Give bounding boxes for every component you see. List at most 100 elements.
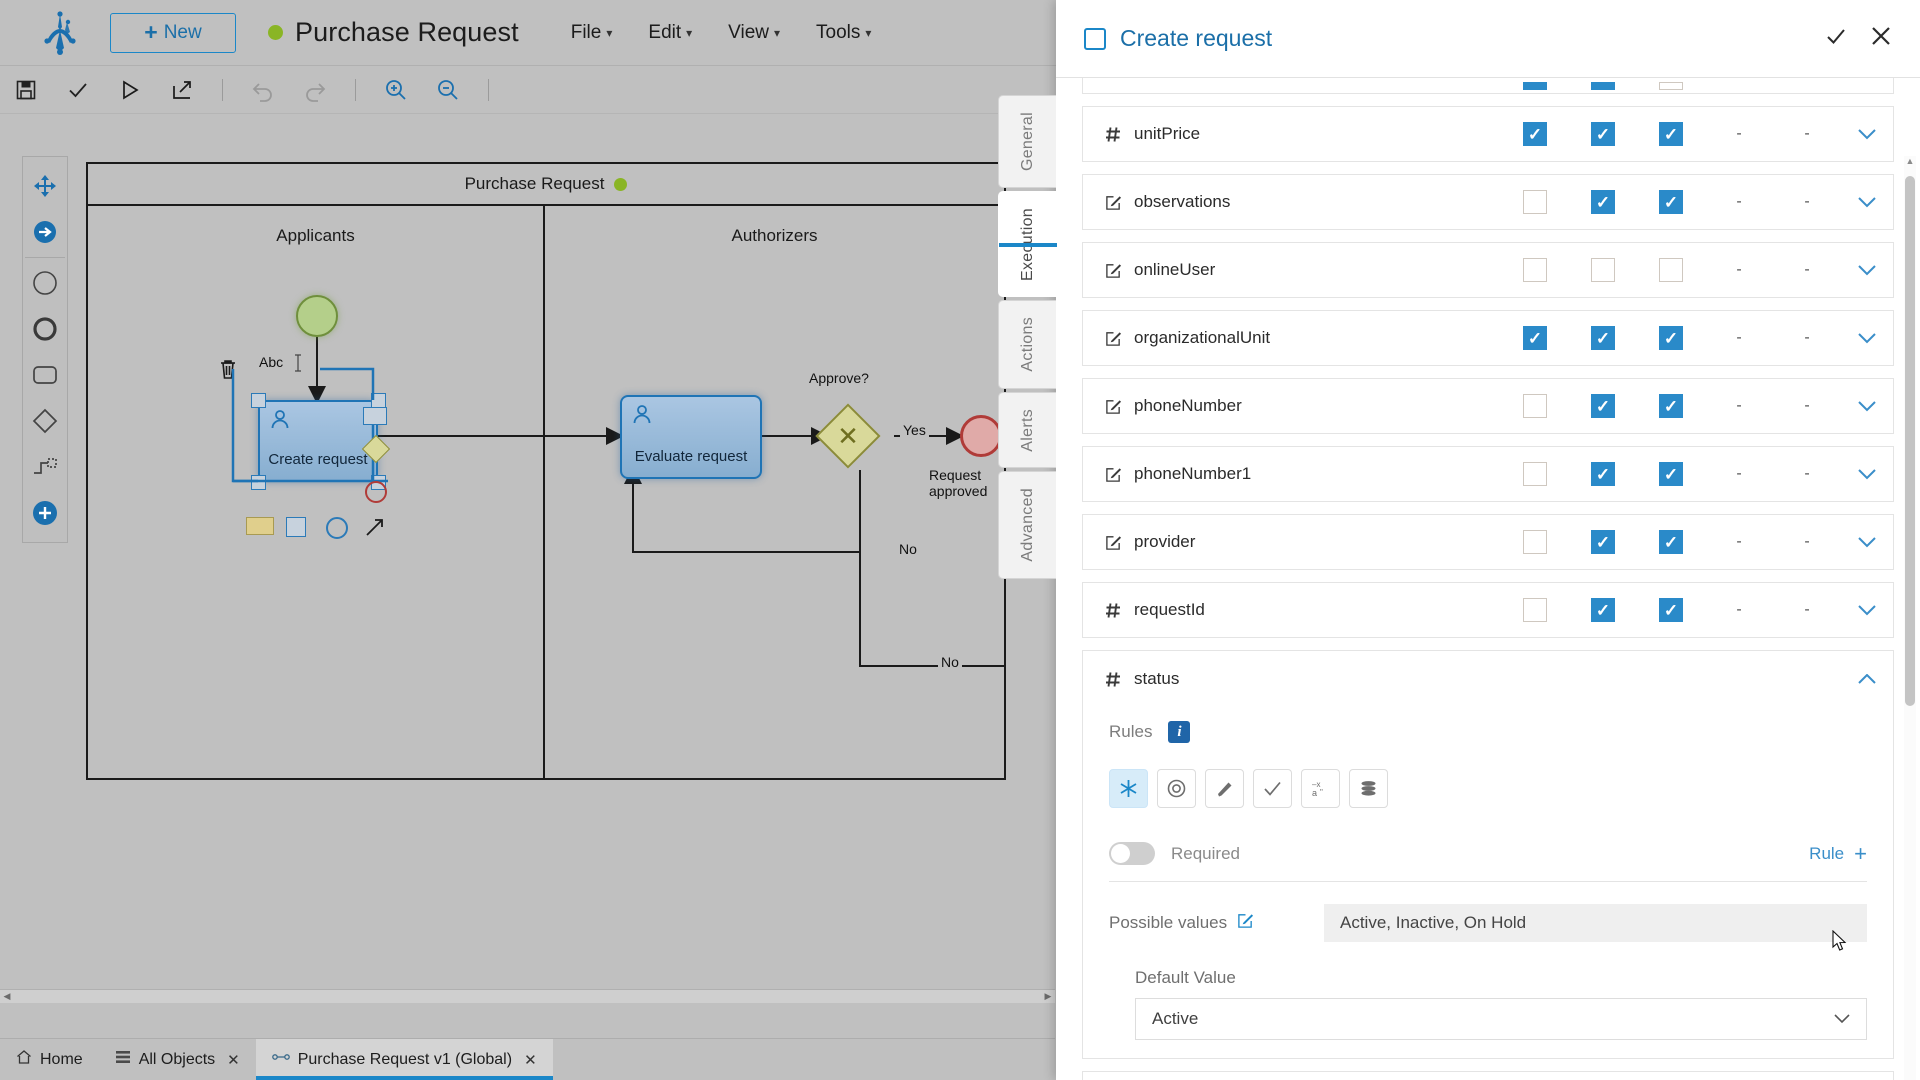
checkbox-display[interactable] bbox=[1523, 258, 1547, 282]
bpmn-pool[interactable]: Purchase Request Applicants Authorizers bbox=[86, 162, 1006, 780]
selection-quick-toolbar[interactable] bbox=[218, 358, 238, 385]
gateway-approve[interactable]: ✕ bbox=[825, 413, 871, 459]
lane-applicants[interactable]: Applicants bbox=[88, 206, 545, 780]
collapse-chevron-up-icon[interactable] bbox=[1841, 674, 1893, 685]
side-tab-execution[interactable]: Execution bbox=[998, 191, 1056, 297]
checkbox-display[interactable]: ✓ bbox=[1523, 122, 1547, 146]
close-icon[interactable]: ✕ bbox=[227, 1051, 240, 1069]
field-row-partial[interactable] bbox=[1082, 78, 1894, 94]
publish-export-icon[interactable] bbox=[156, 66, 208, 114]
expand-chevron-down-icon[interactable] bbox=[1841, 469, 1893, 480]
menu-file[interactable]: File ▾ bbox=[571, 22, 613, 44]
start-event-node[interactable] bbox=[296, 295, 338, 337]
field-row-unitprice[interactable]: unitPrice ✓ ✓ ✓ - - bbox=[1082, 106, 1894, 162]
col-display[interactable]: ✓ bbox=[1501, 122, 1569, 146]
col-editable[interactable] bbox=[1569, 82, 1637, 90]
checkbox-display[interactable] bbox=[1523, 598, 1547, 622]
col-editable[interactable]: ✓ bbox=[1569, 598, 1637, 622]
col-required[interactable]: ✓ bbox=[1637, 462, 1705, 486]
checkbox-required[interactable]: ✓ bbox=[1659, 190, 1683, 214]
checkbox-display[interactable] bbox=[1523, 530, 1547, 554]
expand-chevron-down-icon[interactable] bbox=[1841, 197, 1893, 208]
scroll-track[interactable] bbox=[14, 993, 1041, 1001]
resize-handle-sw[interactable] bbox=[251, 475, 266, 490]
scroll-up-arrow-icon[interactable]: ▲ bbox=[1904, 156, 1916, 170]
resize-handle-nw[interactable] bbox=[251, 393, 266, 408]
expand-chevron-down-icon[interactable] bbox=[1841, 265, 1893, 276]
suggest-event-handle[interactable] bbox=[326, 517, 348, 539]
gateway-diamond-icon[interactable] bbox=[23, 398, 67, 444]
task-evaluate-request-shape[interactable]: Evaluate request bbox=[620, 395, 762, 479]
suggest-annotation-handle[interactable] bbox=[246, 517, 274, 535]
redo-icon[interactable] bbox=[289, 66, 341, 114]
checkbox-display[interactable] bbox=[1523, 82, 1547, 90]
default-value-select[interactable]: Active bbox=[1135, 998, 1867, 1040]
add-rule-button[interactable]: Rule + bbox=[1809, 843, 1867, 865]
suggest-task-handle[interactable] bbox=[363, 407, 387, 425]
zoom-in-icon[interactable] bbox=[370, 66, 422, 114]
close-icon[interactable] bbox=[1870, 25, 1892, 52]
expand-chevron-down-icon[interactable] bbox=[1841, 333, 1893, 344]
field-row-currency[interactable]: currency ✓ - - bbox=[1082, 1071, 1894, 1080]
bottom-tab-purchase-request[interactable]: Purchase Request v1 (Global) ✕ bbox=[256, 1039, 553, 1080]
checkbox-editable[interactable]: ✓ bbox=[1591, 462, 1615, 486]
info-icon[interactable]: i bbox=[1168, 721, 1190, 743]
checkbox-editable[interactable]: ✓ bbox=[1591, 394, 1615, 418]
task-create-request-shape[interactable]: Create request bbox=[258, 400, 378, 482]
col-editable[interactable]: ✓ bbox=[1569, 190, 1637, 214]
col-display[interactable] bbox=[1501, 530, 1569, 554]
checkbox-required[interactable] bbox=[1659, 258, 1683, 282]
col-display[interactable] bbox=[1501, 190, 1569, 214]
col-display[interactable] bbox=[1501, 462, 1569, 486]
checkbox-required[interactable]: ✓ bbox=[1659, 462, 1683, 486]
checkbox-required[interactable]: ✓ bbox=[1659, 394, 1683, 418]
field-row-provider[interactable]: provider ✓ ✓ - - bbox=[1082, 514, 1894, 570]
save-icon[interactable] bbox=[0, 66, 52, 114]
edit-pencil-icon[interactable] bbox=[1237, 912, 1254, 934]
checkbox-editable[interactable]: ✓ bbox=[1591, 598, 1615, 622]
end-event-icon[interactable] bbox=[23, 306, 67, 352]
field-row-organizationalunit[interactable]: organizationalUnit ✓ ✓ ✓ - - bbox=[1082, 310, 1894, 366]
col-required[interactable]: ✓ bbox=[1637, 530, 1705, 554]
panel-body[interactable]: unitPrice ✓ ✓ ✓ - - bbox=[1056, 78, 1920, 1080]
col-editable[interactable]: ✓ bbox=[1569, 394, 1637, 418]
trash-icon[interactable] bbox=[218, 367, 238, 384]
bottom-tab-home[interactable]: Home bbox=[0, 1039, 99, 1080]
checkbox-required[interactable]: ✓ bbox=[1659, 530, 1683, 554]
checkbox-display[interactable]: ✓ bbox=[1523, 326, 1547, 350]
col-display[interactable]: ✓ bbox=[1501, 326, 1569, 350]
panel-scrollbar[interactable]: ▲ ▼ bbox=[1904, 156, 1916, 1080]
menu-tools[interactable]: Tools ▾ bbox=[816, 22, 871, 44]
menu-view[interactable]: View ▾ bbox=[728, 22, 780, 44]
side-tab-advanced[interactable]: Advanced bbox=[998, 471, 1056, 579]
col-required[interactable] bbox=[1637, 82, 1705, 90]
menu-edit[interactable]: Edit ▾ bbox=[648, 22, 692, 44]
col-editable[interactable]: ✓ bbox=[1569, 462, 1637, 486]
checkbox-editable[interactable] bbox=[1591, 82, 1615, 90]
field-row-observations[interactable]: observations ✓ ✓ - - bbox=[1082, 174, 1894, 230]
col-editable[interactable]: ✓ bbox=[1569, 530, 1637, 554]
subprocess-icon[interactable] bbox=[23, 444, 67, 490]
required-check-icon[interactable] bbox=[1253, 769, 1292, 808]
canvas-horizontal-scrollbar[interactable]: ◀ ▶ bbox=[0, 989, 1055, 1003]
col-display[interactable] bbox=[1501, 258, 1569, 282]
field-row-phonenumber1[interactable]: phoneNumber1 ✓ ✓ - - bbox=[1082, 446, 1894, 502]
col-required[interactable] bbox=[1637, 258, 1705, 282]
field-row-requestid[interactable]: requestId ✓ ✓ - - bbox=[1082, 582, 1894, 638]
expand-chevron-down-icon[interactable] bbox=[1841, 129, 1893, 140]
check-icon[interactable] bbox=[1824, 24, 1848, 53]
checkbox-required[interactable] bbox=[1659, 82, 1683, 90]
side-tab-general[interactable]: General bbox=[998, 95, 1056, 188]
checkbox-display[interactable] bbox=[1523, 394, 1547, 418]
new-button[interactable]: + New bbox=[110, 13, 236, 53]
undo-icon[interactable] bbox=[237, 66, 289, 114]
col-editable[interactable] bbox=[1569, 258, 1637, 282]
col-display[interactable] bbox=[1501, 394, 1569, 418]
bottom-tab-all-objects[interactable]: All Objects ✕ bbox=[99, 1039, 256, 1080]
checkbox-editable[interactable]: ✓ bbox=[1591, 326, 1615, 350]
checkbox-required[interactable]: ✓ bbox=[1659, 326, 1683, 350]
zoom-out-icon[interactable] bbox=[422, 66, 474, 114]
end-event-node[interactable] bbox=[960, 415, 1002, 457]
side-tab-alerts[interactable]: Alerts bbox=[998, 392, 1056, 469]
scroll-left-arrow-icon[interactable]: ◀ bbox=[0, 991, 14, 1002]
